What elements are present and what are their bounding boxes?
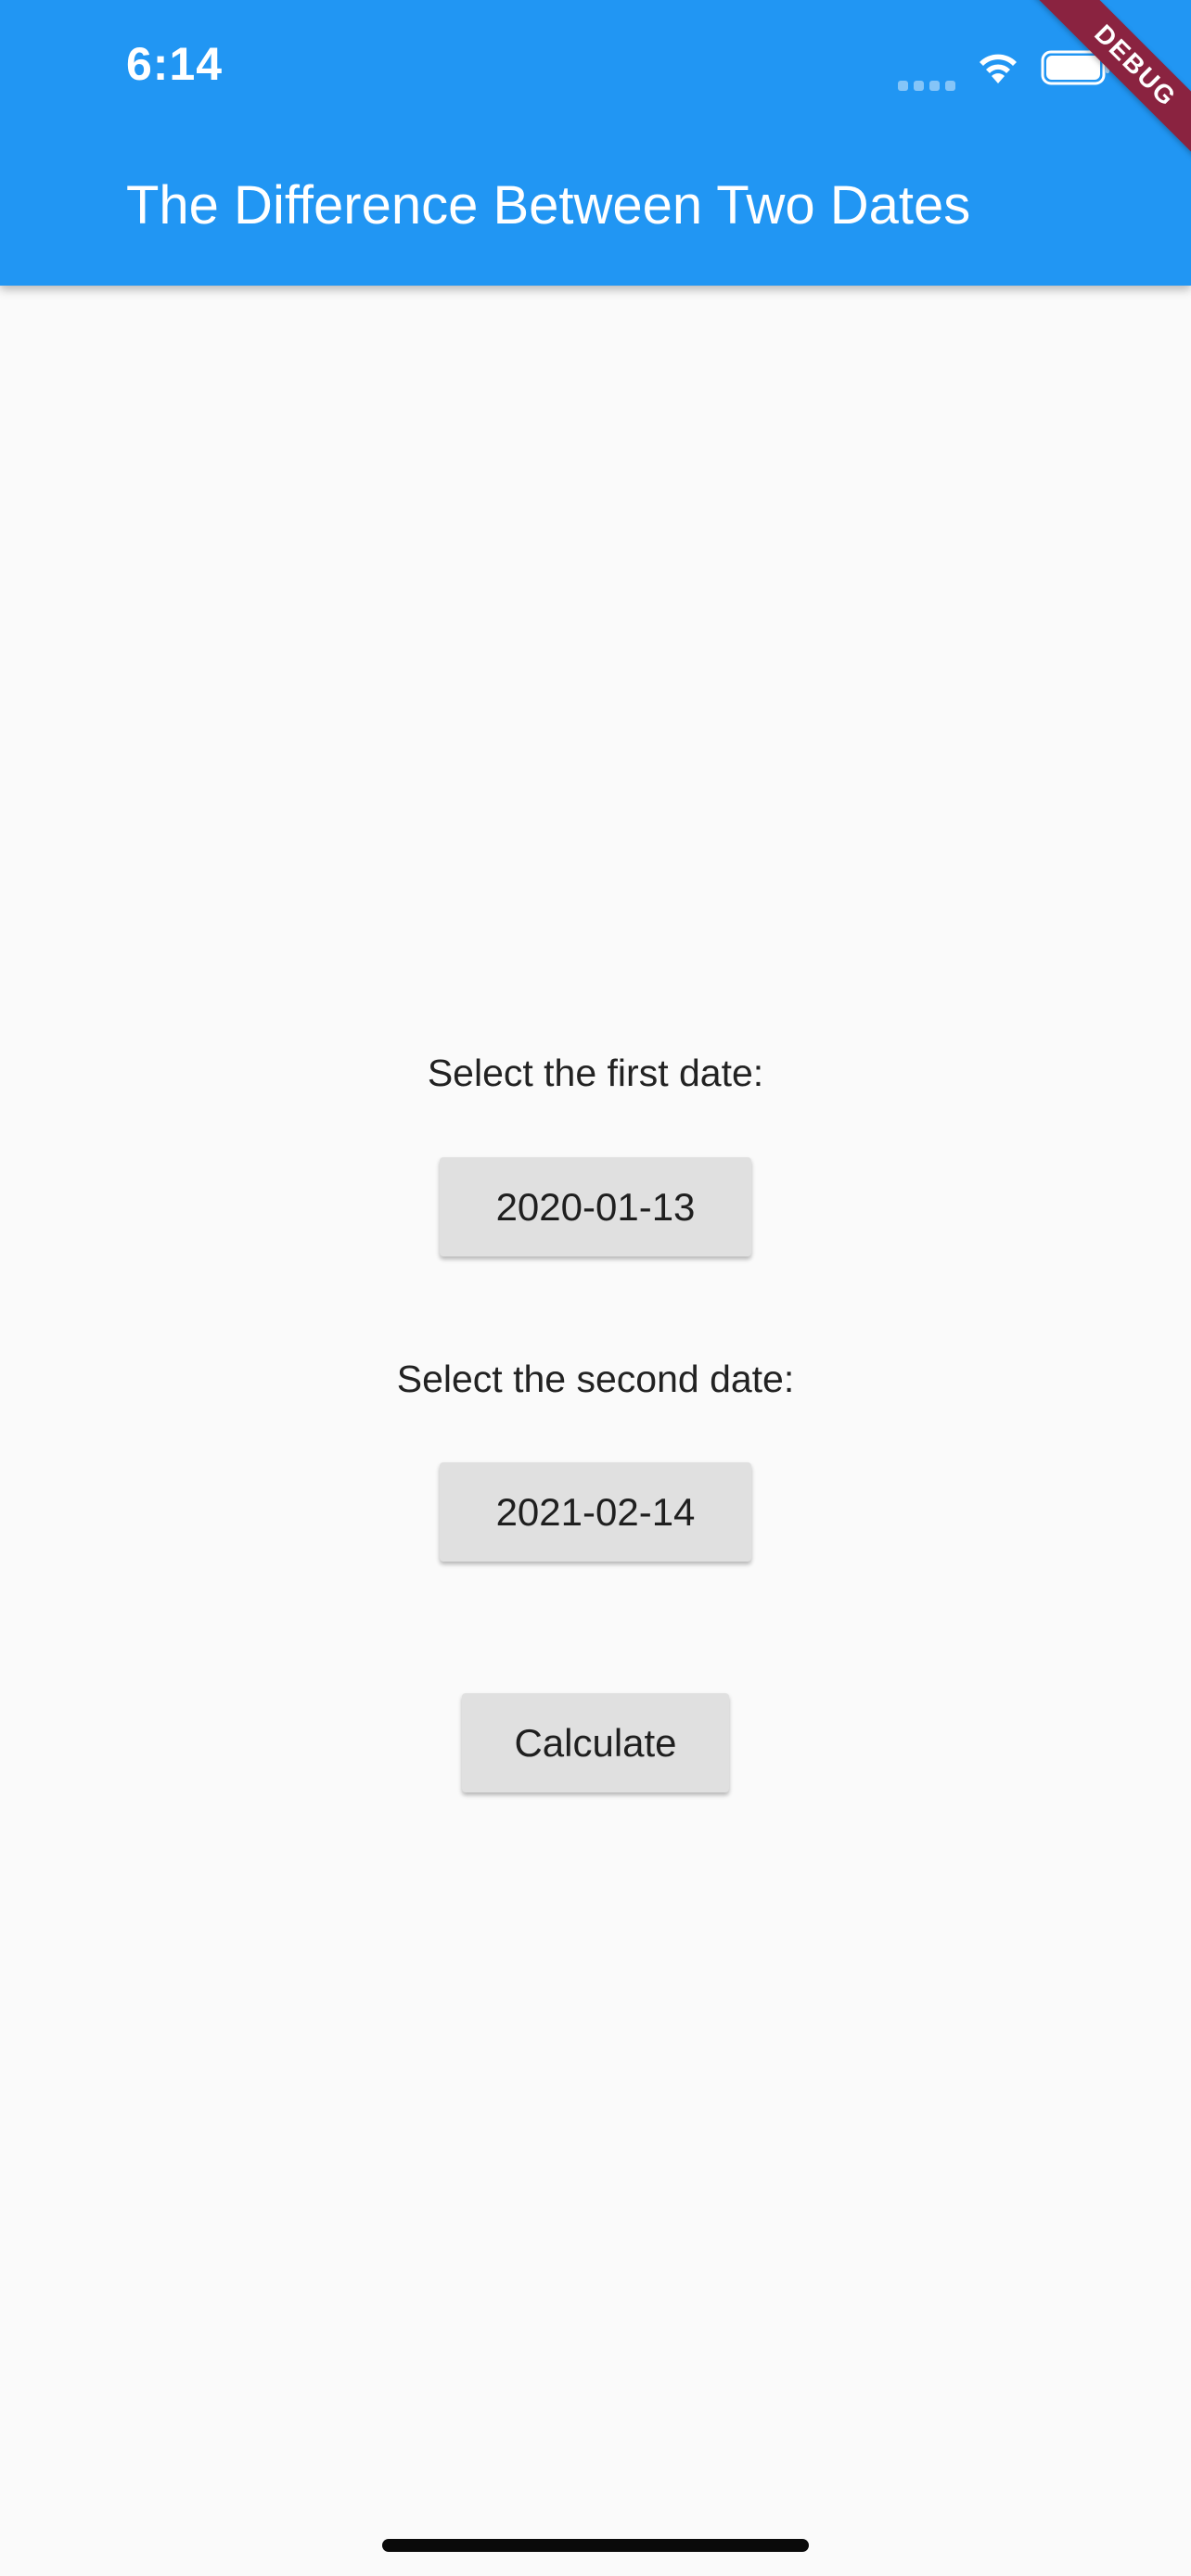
signal-icon	[898, 45, 955, 91]
wifi-icon	[976, 50, 1020, 85]
first-date-label: Select the first date:	[427, 1052, 764, 1094]
calculate-button[interactable]: Calculate	[462, 1693, 729, 1792]
app-bar: 6:14 The Difference Between Two Dates DE…	[0, 0, 1191, 286]
main-content: Select the first date: 2020-01-13 Select…	[0, 286, 1191, 2576]
status-icons	[898, 45, 1111, 91]
status-time: 6:14	[126, 38, 224, 90]
home-indicator[interactable]	[382, 2539, 809, 2552]
second-date-label: Select the second date:	[396, 1358, 795, 1400]
first-date-button[interactable]: 2020-01-13	[440, 1157, 751, 1256]
second-date-button[interactable]: 2021-02-14	[440, 1462, 751, 1562]
page-title: The Difference Between Two Dates	[126, 175, 971, 236]
